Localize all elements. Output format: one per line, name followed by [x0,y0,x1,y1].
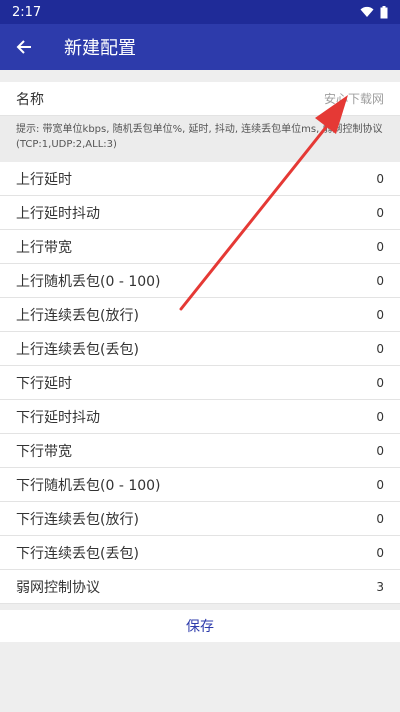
app-bar: 新建配置 [0,24,400,70]
status-time: 2:17 [12,4,42,20]
param-label: 弱网控制协议 [16,579,100,596]
param-label: 下行随机丢包(0 - 100) [16,477,161,494]
param-row[interactable]: 上行随机丢包(0 - 100) 0 [0,264,400,298]
param-row[interactable]: 上行连续丢包(放行) 0 [0,298,400,332]
top-spacer [0,70,400,82]
param-row[interactable]: 下行带宽 0 [0,434,400,468]
param-row[interactable]: 上行延时 0 [0,162,400,196]
param-label: 下行连续丢包(放行) [16,511,139,528]
param-label: 上行延时 [16,171,72,188]
param-label: 下行延时 [16,375,72,392]
param-label: 上行带宽 [16,239,72,256]
param-row[interactable]: 上行带宽 0 [0,230,400,264]
param-value[interactable]: 0 [376,444,384,458]
param-value[interactable]: 0 [376,274,384,288]
param-row[interactable]: 下行随机丢包(0 - 100) 0 [0,468,400,502]
name-field[interactable]: 名称 安心下载网 [0,82,400,116]
param-label: 上行延时抖动 [16,205,100,222]
param-row[interactable]: 下行延时 0 [0,366,400,400]
param-value[interactable]: 0 [376,342,384,356]
param-list: 上行延时 0 上行延时抖动 0 上行带宽 0 上行随机丢包(0 - 100) 0 上行连续丢包(… [0,162,400,604]
page-title: 新建配置 [64,38,136,59]
hint-text: 提示: 带宽单位kbps, 随机丢包单位%, 延时, 抖动, 连续丢包单位ms,… [0,116,400,162]
param-row[interactable]: 下行连续丢包(丢包) 0 [0,536,400,570]
status-bar: 2:17 [0,0,400,24]
save-button[interactable]: 保存 [0,610,400,642]
param-row[interactable]: 上行延时抖动 0 [0,196,400,230]
param-value[interactable]: 0 [376,546,384,560]
param-value[interactable]: 0 [376,410,384,424]
config-form: 名称 安心下载网 提示: 带宽单位kbps, 随机丢包单位%, 延时, 抖动, … [0,70,400,642]
param-row[interactable]: 下行连续丢包(放行) 0 [0,502,400,536]
battery-icon [380,5,388,18]
param-value[interactable]: 3 [376,580,384,594]
param-label: 下行带宽 [16,443,72,460]
param-label: 下行延时抖动 [16,409,100,426]
status-icons [360,5,388,19]
param-value[interactable]: 0 [376,240,384,254]
name-label: 名称 [16,91,44,108]
param-label: 上行随机丢包(0 - 100) [16,273,161,290]
param-row[interactable]: 上行连续丢包(丢包) 0 [0,332,400,366]
param-value[interactable]: 0 [376,172,384,186]
param-label: 上行连续丢包(放行) [16,307,139,324]
back-arrow-icon [16,40,31,54]
wifi-icon [360,6,374,17]
param-row[interactable]: 弱网控制协议 3 [0,570,400,604]
param-value[interactable]: 0 [376,308,384,322]
param-label: 上行连续丢包(丢包) [16,341,139,358]
param-value[interactable]: 0 [376,512,384,526]
param-label: 下行连续丢包(丢包) [16,545,139,562]
param-row[interactable]: 下行延时抖动 0 [0,400,400,434]
name-input-placeholder[interactable]: 安心下载网 [324,90,384,107]
param-value[interactable]: 0 [376,206,384,220]
param-value[interactable]: 0 [376,478,384,492]
back-button[interactable] [0,24,48,70]
param-value[interactable]: 0 [376,376,384,390]
